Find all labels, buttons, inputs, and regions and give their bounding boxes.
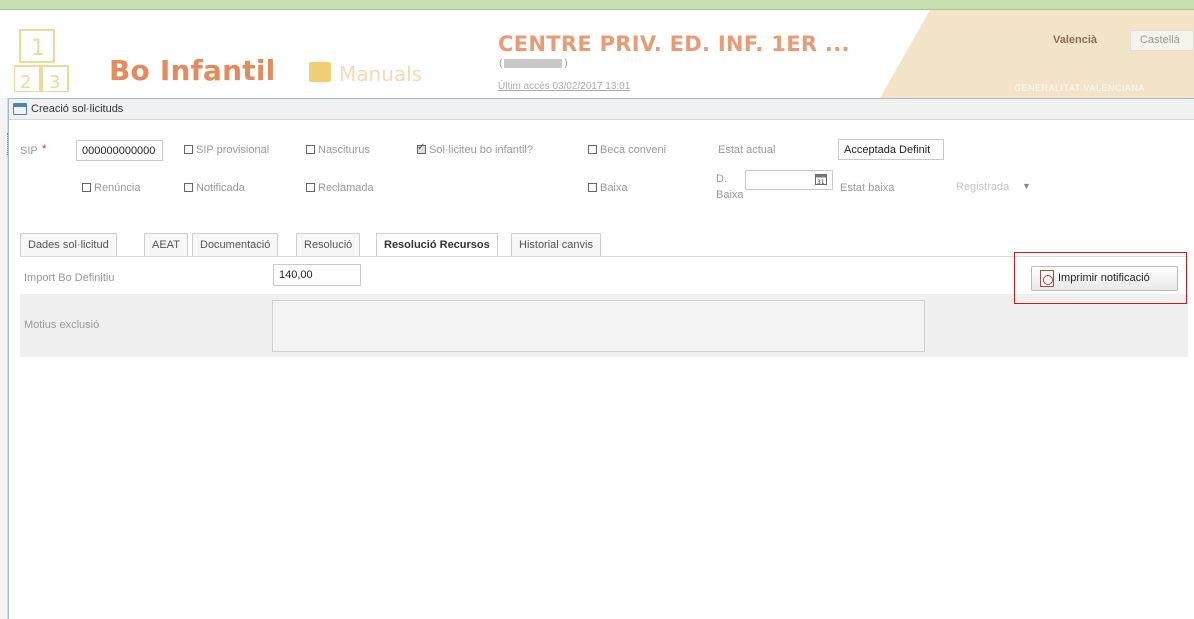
print-button-label: Imprimir notificació [1058,272,1150,284]
d-baixa-label-1: D. [716,173,727,185]
motius-textarea[interactable] [272,300,925,352]
sip-provisional-checkbox[interactable] [184,145,193,154]
svg-text:31: 31 [817,179,825,185]
solliciteu-label: Sol·liciteu bo infantil? [429,144,533,156]
tab-dades-sollicitud[interactable]: Dades sol·licitud [20,233,117,256]
dialog-titlebar[interactable]: Creació sol·licituds [9,99,1194,120]
centre-name: CENTRE PRIV. ED. INF. 1ER ... [498,32,850,56]
estat-actual-label: Estat actual [718,144,776,156]
d-baixa-label-2: Baixa [716,189,744,201]
imprimir-notificacio-button[interactable]: Imprimir notificació [1031,266,1178,291]
dialog-title: Creació sol·licituds [31,103,124,115]
tab-aeat[interactable]: AEAT [144,233,188,256]
tab-resolucio[interactable]: Resolució [296,233,361,256]
beca-conveni-label: Beca conveni [600,144,667,156]
calendar-icon[interactable]: 31 [815,172,827,185]
dropdown-arrow-icon: ▼ [1022,181,1031,191]
generalitat-logo: GENERALITAT VALENCIANA [1014,83,1145,93]
solliciteu-checkbox[interactable] [417,142,426,154]
left-rail [0,98,8,619]
manuals-link[interactable]: Manuals [339,62,422,86]
estat-baixa-select[interactable]: Registrada ▼ [952,178,1044,198]
blocks-logo-icon: 1 2 3 [14,29,69,92]
svg-text:1: 1 [31,36,45,61]
estat-baixa-label: Estat baixa [840,182,895,194]
pdf-icon [1040,270,1054,287]
tab-documentacio[interactable]: Documentació [192,233,279,256]
import-label: Import Bo Definitiu [24,272,115,284]
creacio-dialog: Creació sol·licituds [8,98,1194,619]
tab-historial-canvis[interactable]: Historial canvis [511,233,601,256]
sip-provisional-label: SIP provisional [196,144,270,156]
required-asterisk: * [42,143,47,155]
estat-baixa-value: Registrada [956,181,1010,193]
reclamada-checkbox[interactable] [306,183,315,192]
reclamada-label: Reclamada [318,182,374,194]
last-access: Últim accés 03/02/2017 13:01 [498,81,631,92]
import-field: 140,00 [273,264,361,286]
nasciturus-label: Nasciturus [318,144,370,156]
redacted-code [504,58,563,68]
baixa-checkbox[interactable] [588,183,597,192]
tab-divider [20,256,1188,257]
svg-text:3: 3 [49,72,60,92]
paren-open: ( [499,58,503,69]
paren-close: ) [564,58,568,69]
tab-resolucio-recursos[interactable]: Resolució Recursos [376,233,498,257]
svg-text:2: 2 [20,72,31,92]
lang-castella-button[interactable]: Castellà [1130,30,1194,51]
app-header: 1 2 3 Bo Infantil Manuals CENTRE PRIV. E… [0,10,1194,98]
baixa-label: Baixa [600,182,628,194]
estat-actual-field: Acceptada Definit [838,139,944,160]
window-icon [13,103,27,115]
book-icon[interactable] [309,62,331,82]
sip-input[interactable]: 000000000000 [76,140,163,161]
notificada-label: Notificada [196,182,245,194]
renuncia-checkbox[interactable] [82,183,91,192]
lang-valencia-button[interactable]: Valencià [1053,34,1097,46]
notificada-checkbox[interactable] [184,183,193,192]
centre-code: () [499,58,568,69]
sip-label: SIP [20,145,38,157]
motius-label: Motius exclusió [24,319,100,331]
beca-conveni-checkbox[interactable] [588,145,597,154]
renuncia-label: Renúncia [94,182,141,194]
nasciturus-checkbox[interactable] [306,145,315,154]
top-strip [0,0,1194,10]
brand-title: Bo Infantil [109,54,276,87]
